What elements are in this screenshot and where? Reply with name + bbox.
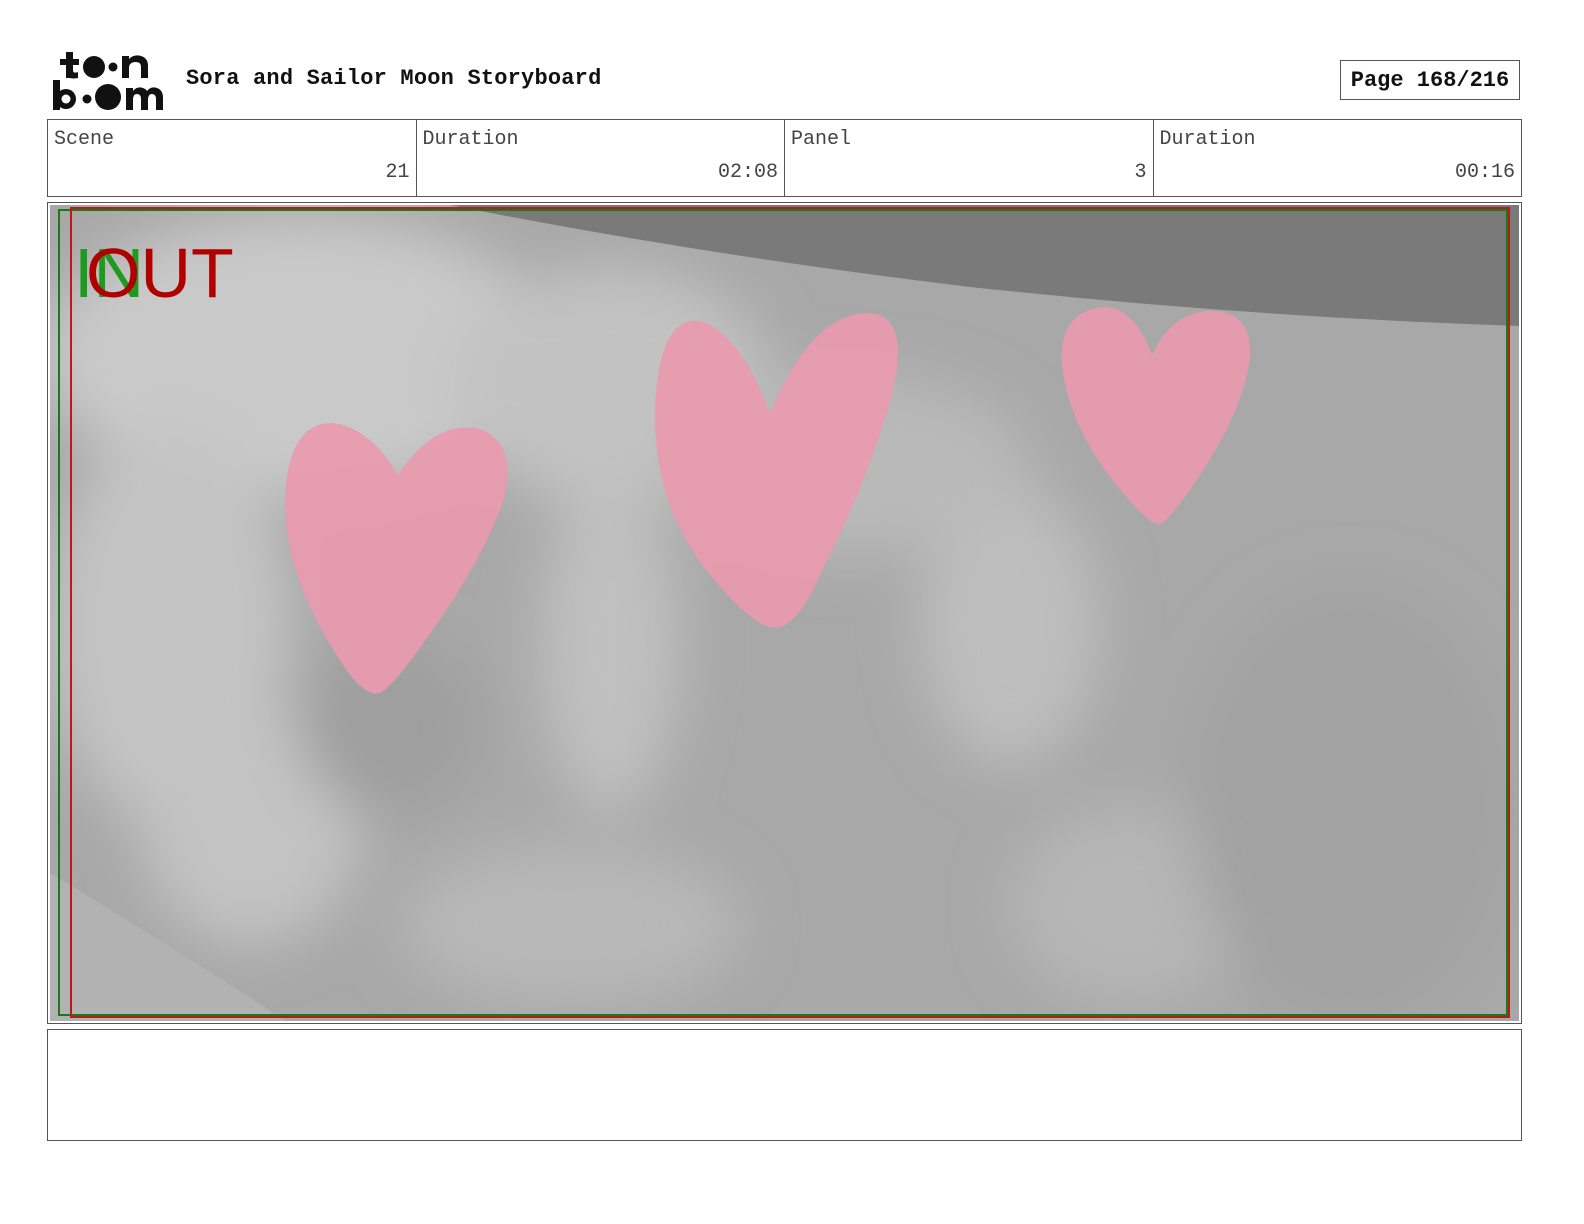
scene-cell: Scene 21 (48, 120, 417, 196)
toon-boom-logo-icon (53, 52, 163, 110)
scene-duration-value: 02:08 (717, 161, 778, 184)
panel-info-table: Scene 21 Duration 02:08 Panel 3 Duration… (47, 119, 1522, 197)
panel-duration-value: 00:16 (1454, 161, 1515, 184)
out-marker: OUT (86, 234, 234, 312)
panel-drawing-canvas: IN OUT (50, 205, 1519, 1021)
panel-cell: Panel 3 (785, 120, 1154, 196)
panel-notes-box (47, 1029, 1522, 1141)
scene-value: 21 (385, 161, 410, 184)
page-indicator: Page 168/216 (1340, 60, 1520, 100)
toon-boom-logo (52, 50, 164, 112)
panel-label: Panel (791, 128, 852, 151)
storyboard-title: Sora and Sailor Moon Storyboard (186, 66, 602, 91)
panel-value: 3 (1134, 161, 1147, 184)
scene-duration-label: Duration (422, 128, 519, 151)
scene-label: Scene (54, 128, 115, 151)
panel-drawing: IN OUT (50, 205, 1519, 1021)
panel-duration-cell: Duration 00:16 (1154, 120, 1522, 196)
panel-duration-label: Duration (1159, 128, 1256, 151)
scene-duration-cell: Duration 02:08 (417, 120, 785, 196)
